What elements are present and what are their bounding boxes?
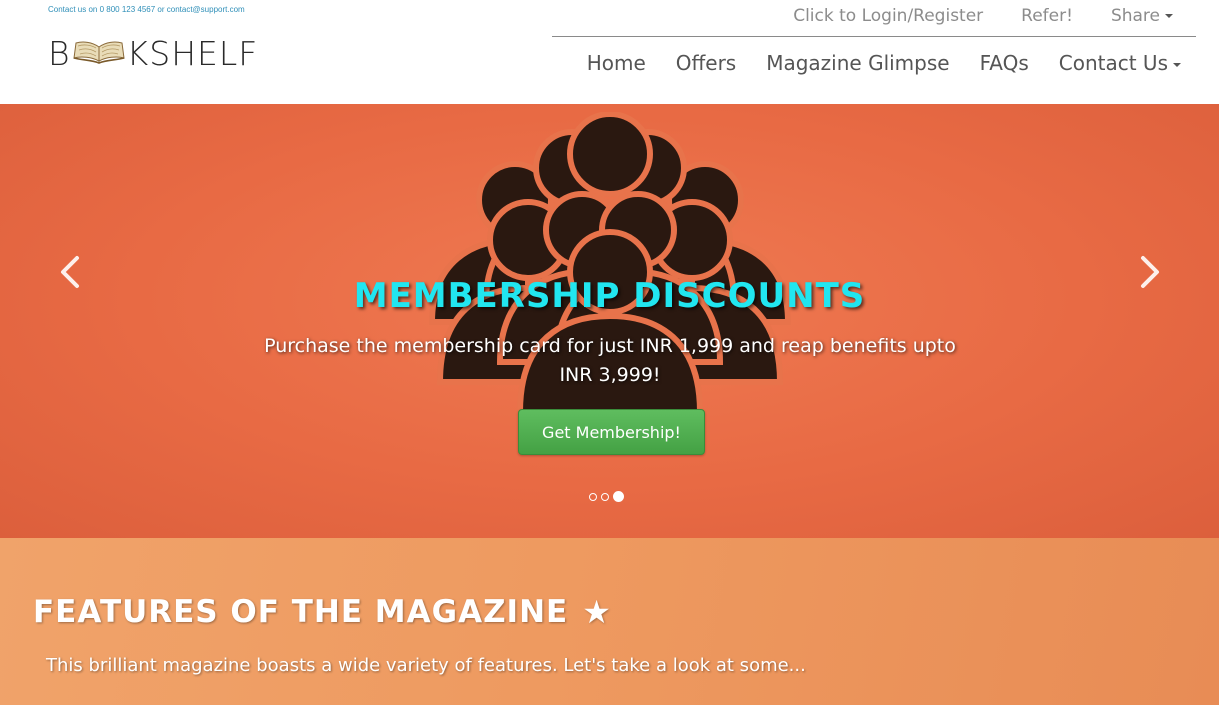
share-label: Share bbox=[1110, 6, 1160, 26]
share-dropdown[interactable]: Share bbox=[1111, 6, 1173, 26]
features-title: FEATURES OF THE MAGAZINE bbox=[33, 594, 569, 630]
open-book-icon bbox=[72, 34, 126, 73]
nav-contact-us[interactable]: Contact Us bbox=[1059, 51, 1181, 75]
features-subtitle: This brilliant magazine boasts a wide va… bbox=[46, 655, 806, 676]
hero-carousel: MEMBERSHIP DISCOUNTS Purchase the member… bbox=[0, 104, 1219, 538]
caret-down-icon bbox=[1173, 62, 1181, 67]
carousel-indicator[interactable] bbox=[589, 492, 597, 501]
features-heading: FEATURES OF THE MAGAZINE ★ bbox=[33, 594, 611, 630]
carousel-next-button[interactable] bbox=[1130, 244, 1170, 304]
top-nav: Click to Login/Register Refer! Share bbox=[793, 6, 1173, 26]
chevron-right-icon bbox=[1138, 255, 1162, 293]
get-membership-button[interactable]: Get Membership! bbox=[518, 409, 705, 455]
nav-home[interactable]: Home bbox=[587, 51, 646, 75]
carousel-indicators bbox=[589, 491, 624, 502]
refer-link[interactable]: Refer! bbox=[1021, 6, 1073, 26]
logo-prefix: B bbox=[48, 33, 71, 73]
slide-description: Purchase the membership card for just IN… bbox=[264, 335, 956, 386]
features-section: FEATURES OF THE MAGAZINE ★ This brillian… bbox=[0, 538, 1219, 705]
nav-divider bbox=[552, 36, 1196, 37]
caret-down-icon bbox=[1165, 14, 1173, 18]
slide-title: MEMBERSHIP DISCOUNTS bbox=[353, 276, 866, 316]
logo-suffix: KSHELF bbox=[126, 33, 259, 73]
main-nav: Home Offers Magazine Glimpse FAQs Contac… bbox=[587, 51, 1181, 75]
nav-magazine-glimpse[interactable]: Magazine Glimpse bbox=[766, 51, 949, 75]
nav-faqs[interactable]: FAQs bbox=[980, 51, 1029, 75]
carousel-indicator-active[interactable] bbox=[613, 491, 624, 502]
site-header: Contact us on 0 800 123 4567 or contact@… bbox=[0, 0, 1219, 104]
contact-line: Contact us on 0 800 123 4567 or contact@… bbox=[48, 5, 245, 14]
carousel-indicator[interactable] bbox=[601, 492, 609, 501]
carousel-prev-button[interactable] bbox=[50, 244, 90, 304]
contact-us-label: Contact Us bbox=[1058, 51, 1168, 75]
chevron-left-icon bbox=[58, 255, 82, 293]
login-register-link[interactable]: Click to Login/Register bbox=[793, 6, 983, 26]
nav-offers[interactable]: Offers bbox=[676, 51, 736, 75]
bookshelf-logo[interactable]: B KSHELF bbox=[48, 33, 259, 73]
star-icon: ★ bbox=[582, 593, 611, 631]
